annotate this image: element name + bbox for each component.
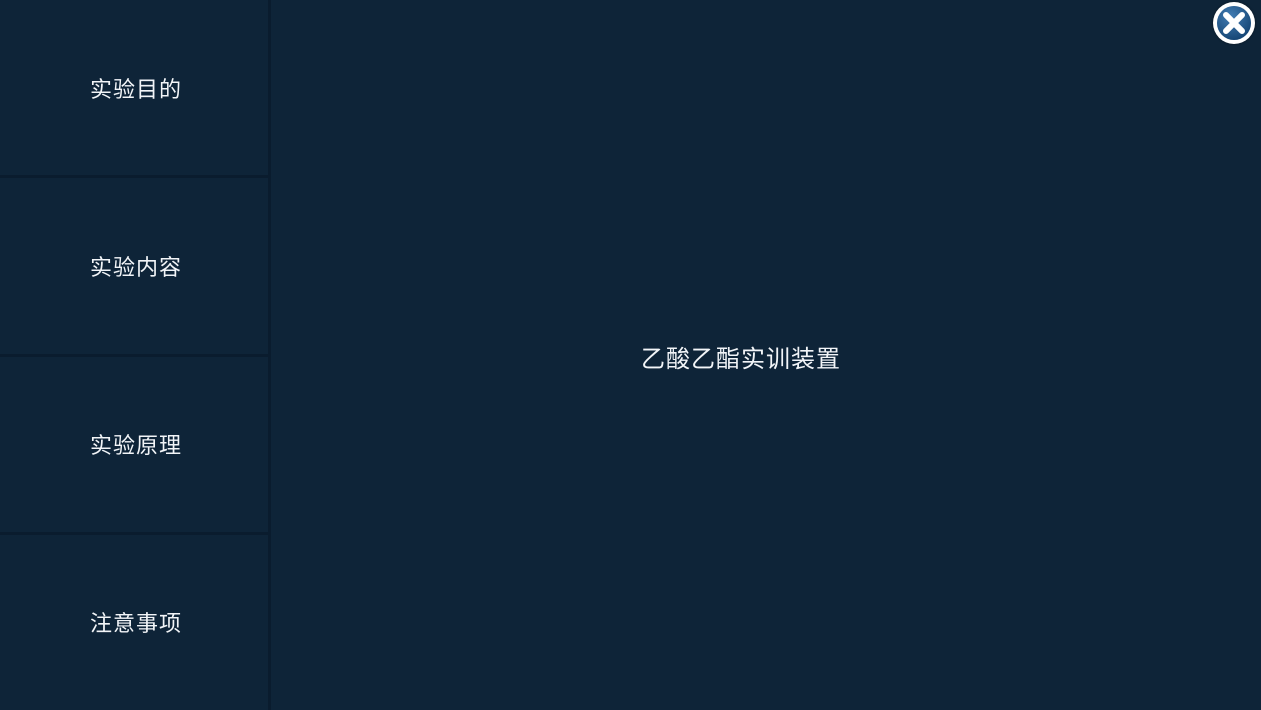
close-icon — [1214, 3, 1254, 43]
content-panel: 乙酸乙酯实训装置 — [271, 0, 1261, 710]
sidebar: 实验目的 实验内容 实验原理 注意事项 — [0, 0, 271, 710]
sidebar-item-label: 实验原理 — [89, 434, 182, 460]
sidebar-item-label: 实验内容 — [89, 255, 182, 281]
close-button[interactable] — [1213, 2, 1255, 44]
page-title: 乙酸乙酯实训装置 — [641, 345, 841, 373]
sidebar-item-principle[interactable]: 实验原理 — [0, 356, 268, 535]
sidebar-item-content[interactable]: 实验内容 — [0, 178, 268, 357]
sidebar-item-precautions[interactable]: 注意事项 — [0, 534, 268, 710]
app-window: 实验目的 实验内容 实验原理 注意事项 乙酸乙酯实训装置 — [0, 0, 1261, 710]
sidebar-item-label: 实验目的 — [89, 77, 182, 103]
sidebar-item-purpose[interactable]: 实验目的 — [0, 0, 268, 179]
sidebar-item-label: 注意事项 — [89, 612, 182, 638]
